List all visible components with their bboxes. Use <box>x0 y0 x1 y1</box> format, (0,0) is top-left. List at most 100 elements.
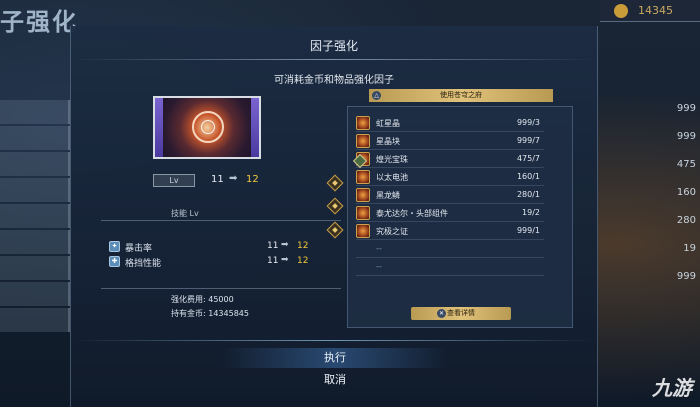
execute-button[interactable]: 执行 <box>221 348 449 368</box>
factor-emblem-core <box>201 120 215 134</box>
gold-value: 14345845 <box>208 309 249 318</box>
level-label: Lv <box>153 174 195 187</box>
background-list-item <box>0 282 70 306</box>
material-row-empty: -- <box>356 241 544 258</box>
material-name: 黑龙鳞 <box>376 191 400 200</box>
background-list-item <box>0 308 70 332</box>
factor-frame-left <box>155 98 163 157</box>
material-row[interactable]: 究极之证 999/1 <box>356 223 544 240</box>
skill-divider <box>101 220 341 221</box>
material-name: 究极之证 <box>376 227 408 236</box>
gold-counter-value: 14345 <box>638 4 673 17</box>
factor-enhance-dialog: 因子强化 可消耗金币和物品强化因子 Lv 11 ➡ 12 技能 Lv ✦ 暴击率… <box>70 26 598 407</box>
material-qty: 280/1 <box>516 190 540 199</box>
transfer-arrow-icon[interactable] <box>326 197 344 215</box>
background-value: 280 <box>676 215 696 226</box>
stat-arrow-icon: ➡ <box>281 240 289 250</box>
material-icon <box>356 134 370 148</box>
view-details-button[interactable]: ✕ 查看详情 <box>411 307 511 320</box>
dialog-subtitle: 可消耗金币和物品强化因子 <box>274 75 394 86</box>
transfer-arrow-icon[interactable] <box>326 174 344 192</box>
material-row[interactable]: 以太电池 160/1 <box>356 169 544 186</box>
transfer-arrow-icon[interactable] <box>326 221 344 239</box>
material-name: 泰尤达尔・头部组件 <box>376 209 448 218</box>
material-qty: 999/7 <box>516 136 540 145</box>
empty-slot: -- <box>376 262 382 271</box>
material-source-tab[interactable]: △ 使用苍穹之府 <box>369 89 553 102</box>
background-list-item <box>0 100 70 124</box>
gold-counter: 14345 <box>600 0 700 22</box>
fee-label: 强化费用: <box>171 295 206 304</box>
stat-row-block: ✚ 格挡性能 11 ➡ 12 <box>109 255 349 269</box>
button-prompt-icon: ✕ <box>437 309 446 318</box>
background-list <box>0 100 70 334</box>
dialog-title: 因子强化 <box>309 39 358 53</box>
material-panel: 虹星晶 999/3 星晶块 999/7 煌光宝珠 475/7 以太电池 160/… <box>347 106 573 328</box>
view-details-label: 查看详情 <box>447 309 475 317</box>
background-value: 160 <box>676 187 696 198</box>
stat-next: 12 <box>297 241 309 251</box>
material-icon <box>356 206 370 220</box>
block-stat-icon: ✚ <box>109 256 120 267</box>
fee-row: 强化费用: 45000 <box>171 294 234 305</box>
background-list-item <box>0 178 70 202</box>
gold-coin-icon <box>614 4 628 18</box>
bottom-divider <box>71 340 597 341</box>
material-name: 虹星晶 <box>376 119 400 128</box>
empty-slot: -- <box>376 244 382 253</box>
material-name: 以太电池 <box>376 173 408 182</box>
material-qty: 475/7 <box>516 154 540 163</box>
material-source-label: 使用苍穹之府 <box>440 91 482 99</box>
level-arrow-icon: ➡ <box>229 173 238 184</box>
background-value: 999 <box>676 103 696 114</box>
crit-stat-icon: ✦ <box>109 241 120 252</box>
background-list-item <box>0 204 70 228</box>
background-list-item <box>0 230 70 254</box>
material-row[interactable]: 星晶块 999/7 <box>356 133 544 150</box>
material-qty: 999/3 <box>516 118 540 127</box>
material-icon <box>356 224 370 238</box>
background-list-item <box>0 126 70 150</box>
material-qty: 19/2 <box>522 208 540 217</box>
material-row-selected[interactable]: 煌光宝珠 475/7 <box>356 151 544 168</box>
material-row[interactable]: 黑龙鳞 280/1 <box>356 187 544 204</box>
background-value: 19 <box>683 243 696 254</box>
title-divider <box>71 59 597 60</box>
material-icon <box>356 188 370 202</box>
material-row[interactable]: 泰尤达尔・头部组件 19/2 <box>356 205 544 222</box>
stat-next: 12 <box>297 256 309 266</box>
background-value: 475 <box>676 159 696 170</box>
background-list-item <box>0 256 70 280</box>
stat-name: 格挡性能 <box>125 259 162 269</box>
stat-row-crit: ✦ 暴击率 11 ➡ 12 <box>109 240 349 254</box>
background-right-values: 999 999 475 160 280 19 999 <box>650 95 700 291</box>
material-qty: 160/1 <box>516 172 540 181</box>
stat-current: 11 <box>267 241 279 251</box>
gold-label: 持有金币: <box>171 309 206 318</box>
material-row[interactable]: 虹星晶 999/3 <box>356 115 544 132</box>
background-value: 999 <box>676 271 696 282</box>
button-prompt-icon: △ <box>372 91 381 100</box>
material-icon <box>356 116 370 130</box>
background-list-item <box>0 152 70 176</box>
material-icon <box>356 170 370 184</box>
cost-divider <box>101 288 341 289</box>
fee-value: 45000 <box>208 295 234 304</box>
level-next: 12 <box>246 174 259 185</box>
gold-row: 持有金币: 14345845 <box>171 308 249 319</box>
factor-frame-right <box>251 98 259 157</box>
level-current: 11 <box>211 174 224 185</box>
stat-name: 暴击率 <box>125 244 153 254</box>
stat-current: 11 <box>267 256 279 266</box>
watermark-logo: 九游 <box>652 376 692 400</box>
background-screen-title: 子强化 <box>0 8 78 36</box>
background-value: 999 <box>676 131 696 142</box>
skill-lv-label: 技能 Lv <box>171 209 199 218</box>
material-qty: 999/1 <box>516 226 540 235</box>
material-name: 星晶块 <box>376 137 400 146</box>
factor-image <box>153 96 261 159</box>
cancel-button[interactable]: 取消 <box>221 370 449 390</box>
material-name: 煌光宝珠 <box>376 155 408 164</box>
stat-arrow-icon: ➡ <box>281 255 289 265</box>
material-row-empty: -- <box>356 259 544 276</box>
